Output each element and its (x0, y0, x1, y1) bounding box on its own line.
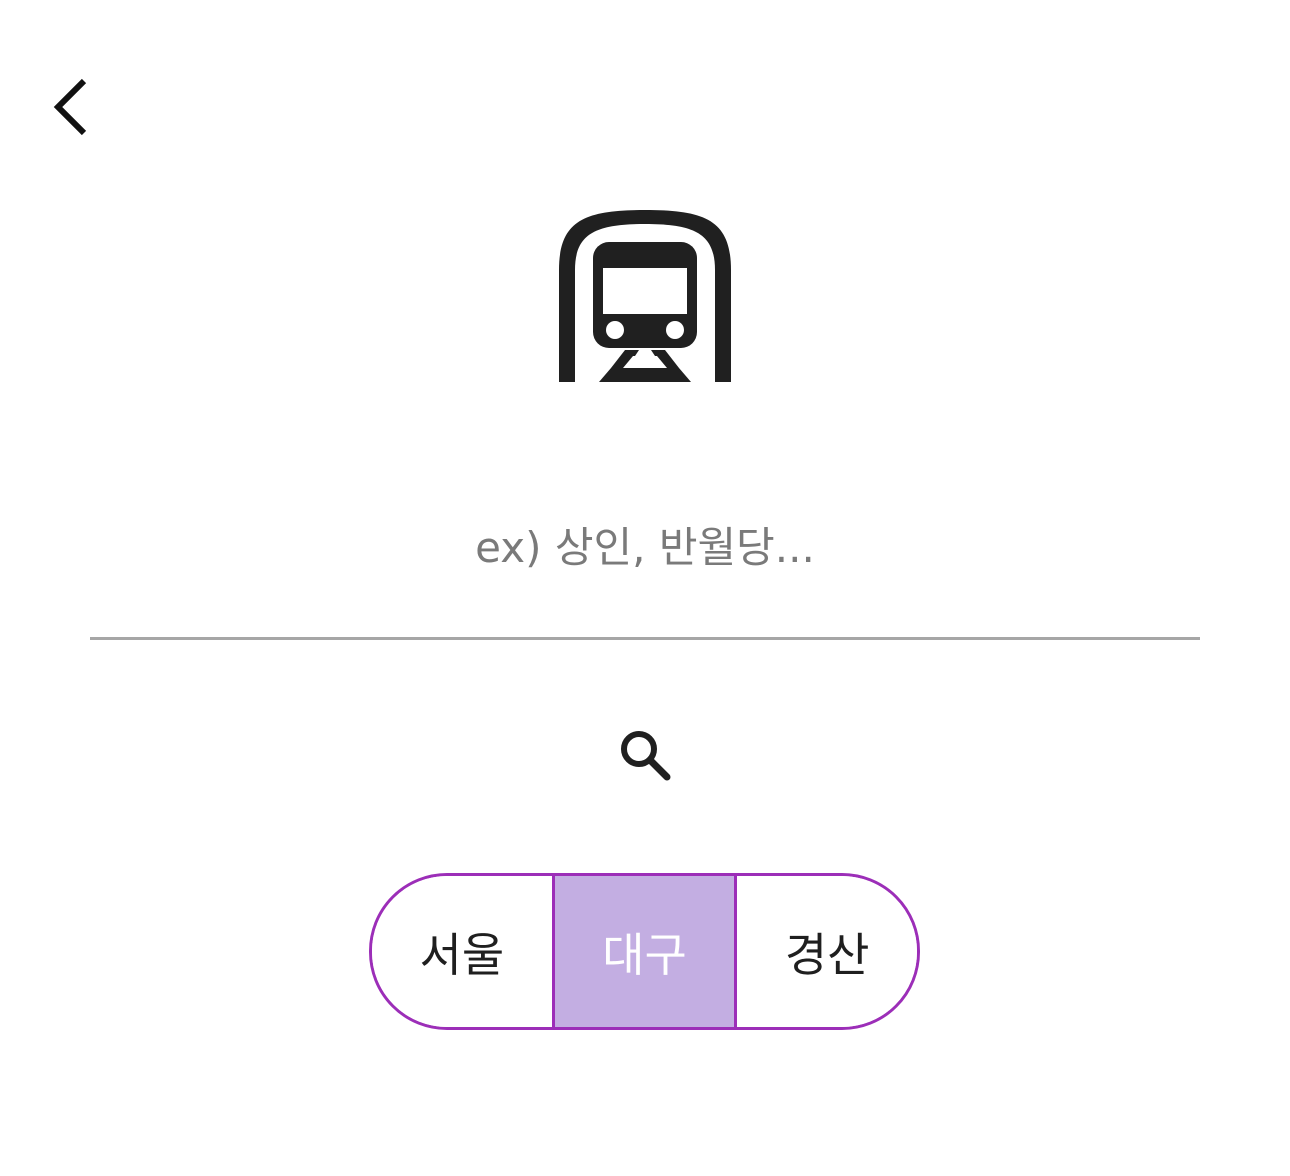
search-field[interactable] (90, 500, 1200, 640)
search-button[interactable] (605, 715, 685, 795)
subway-icon (559, 210, 731, 382)
region-option-seoul[interactable]: 서울 (372, 876, 552, 1027)
region-selector: 서울 대구 경산 (369, 873, 920, 1030)
back-button[interactable] (30, 62, 110, 152)
region-option-gyeongsan[interactable]: 경산 (734, 876, 917, 1027)
search-icon (621, 731, 671, 781)
search-input[interactable] (90, 500, 1200, 637)
chevron-left-icon (53, 78, 87, 136)
region-option-daegu[interactable]: 대구 (551, 876, 735, 1027)
